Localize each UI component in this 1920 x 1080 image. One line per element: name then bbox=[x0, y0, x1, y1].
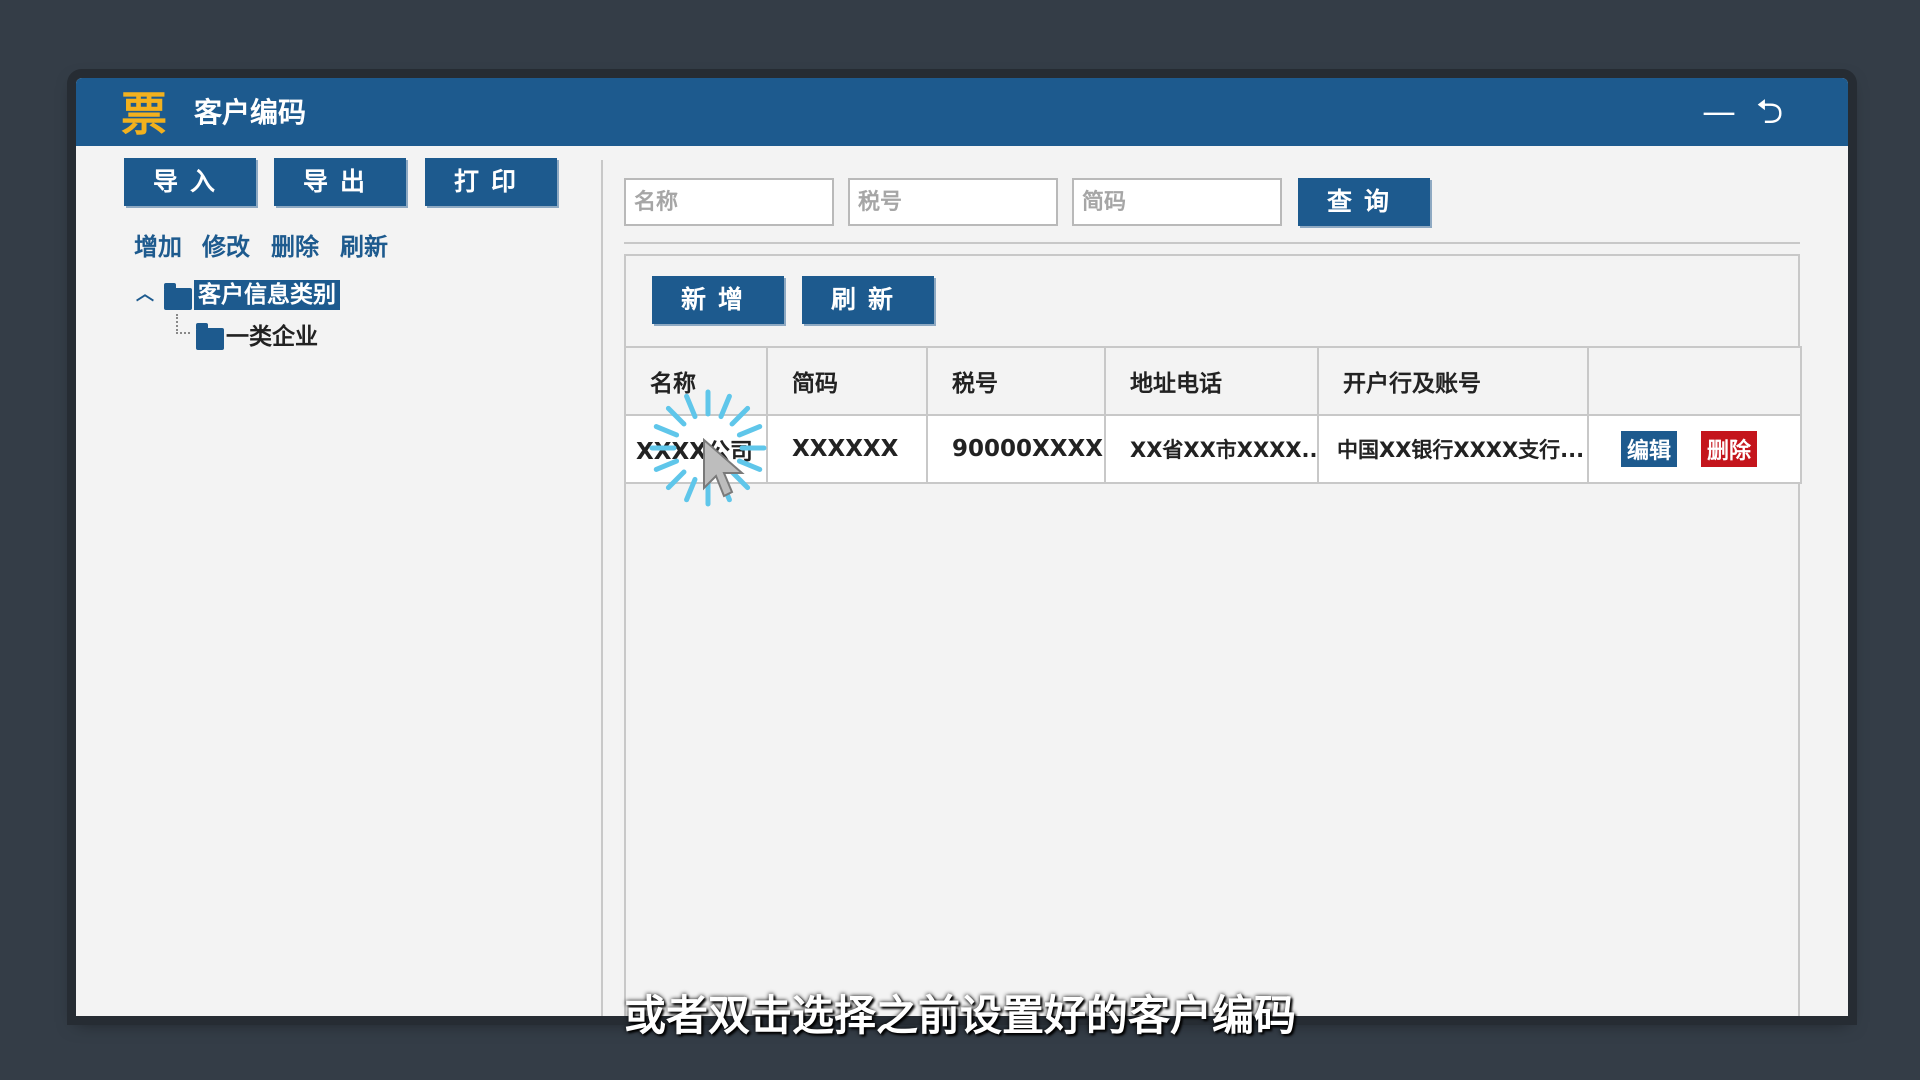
spinner-spoke bbox=[736, 424, 763, 438]
column-header-code[interactable]: 简码 bbox=[766, 346, 928, 416]
spinner-spoke bbox=[665, 405, 687, 427]
spinner-spoke bbox=[729, 405, 751, 427]
video-subtitle: 或者双击选择之前设置好的客户编码 bbox=[623, 991, 1296, 1040]
name-search-input[interactable] bbox=[624, 178, 834, 226]
panel-divider bbox=[601, 160, 603, 1016]
cell-code[interactable]: XXXXXX bbox=[766, 414, 928, 484]
column-header-tax[interactable]: 税号 bbox=[926, 346, 1106, 416]
spinner-spoke bbox=[718, 393, 732, 420]
modify-link[interactable]: 修改 bbox=[202, 232, 250, 262]
cell-address[interactable]: XX省XX市XXXX... bbox=[1104, 414, 1319, 484]
table-header-row: 名称 简码 税号 地址电话 开户行及账号 bbox=[624, 346, 1802, 416]
tree-node-child[interactable]: 一类企业 bbox=[226, 322, 318, 352]
back-icon[interactable]: ⮌ bbox=[1756, 92, 1783, 132]
window-title: 客户编码 bbox=[194, 96, 307, 129]
tree-node-root[interactable]: 客户信息类别 bbox=[194, 280, 340, 310]
minimize-icon[interactable]: — bbox=[1702, 92, 1736, 132]
folder-icon bbox=[164, 283, 192, 310]
add-link[interactable]: 增加 bbox=[134, 232, 182, 262]
title-bar: 票 客户编码 — ⮌ bbox=[76, 78, 1848, 146]
cell-bank[interactable]: 中国XX银行XXXX支行... bbox=[1317, 414, 1589, 484]
query-button[interactable]: 查询 bbox=[1298, 178, 1430, 226]
ticket-logo-icon: 票 bbox=[121, 87, 167, 141]
import-button[interactable]: 导入 bbox=[124, 158, 256, 206]
spinner-spoke bbox=[653, 458, 680, 472]
tax-search-input[interactable] bbox=[848, 178, 1058, 226]
edit-button[interactable]: 编辑 bbox=[1621, 431, 1678, 467]
mouse-cursor-icon bbox=[703, 438, 745, 498]
spinner-spoke bbox=[684, 476, 698, 503]
export-button[interactable]: 导出 bbox=[274, 158, 406, 206]
code-search-input[interactable] bbox=[1072, 178, 1282, 226]
print-button[interactable]: 打印 bbox=[425, 158, 557, 206]
add-new-button[interactable]: 新增 bbox=[652, 276, 784, 324]
folder-icon bbox=[196, 323, 224, 350]
spinner-spoke bbox=[653, 424, 680, 438]
delete-link[interactable]: 删除 bbox=[271, 232, 319, 262]
collapse-chevron-icon[interactable]: ︿ bbox=[136, 280, 154, 306]
refresh-button[interactable]: 刷新 bbox=[802, 276, 934, 324]
spinner-spoke bbox=[665, 469, 687, 491]
cell-tax[interactable]: 90000XXXX bbox=[926, 414, 1106, 484]
search-divider bbox=[624, 242, 1800, 244]
refresh-link[interactable]: 刷新 bbox=[340, 232, 388, 262]
table-row[interactable]: XXXX公司 XXXXXX 90000XXXX XX省XX市XXXX... 中国… bbox=[624, 414, 1802, 484]
column-header-actions bbox=[1587, 346, 1802, 416]
column-header-bank[interactable]: 开户行及账号 bbox=[1317, 346, 1589, 416]
spinner-spoke bbox=[684, 393, 698, 420]
cell-actions: 编辑 删除 bbox=[1587, 414, 1802, 484]
customer-table: 名称 简码 税号 地址电话 开户行及账号 XXXX公司 XXXXXX 90000… bbox=[624, 346, 1802, 484]
delete-button[interactable]: 删除 bbox=[1701, 431, 1758, 467]
column-header-address[interactable]: 地址电话 bbox=[1104, 346, 1319, 416]
tree-connector bbox=[176, 314, 190, 334]
customer-code-window: 票 客户编码 — ⮌ 导入 导出 打印 增加 修改 删除 刷新 ︿ 客户信息类别… bbox=[76, 78, 1848, 1016]
